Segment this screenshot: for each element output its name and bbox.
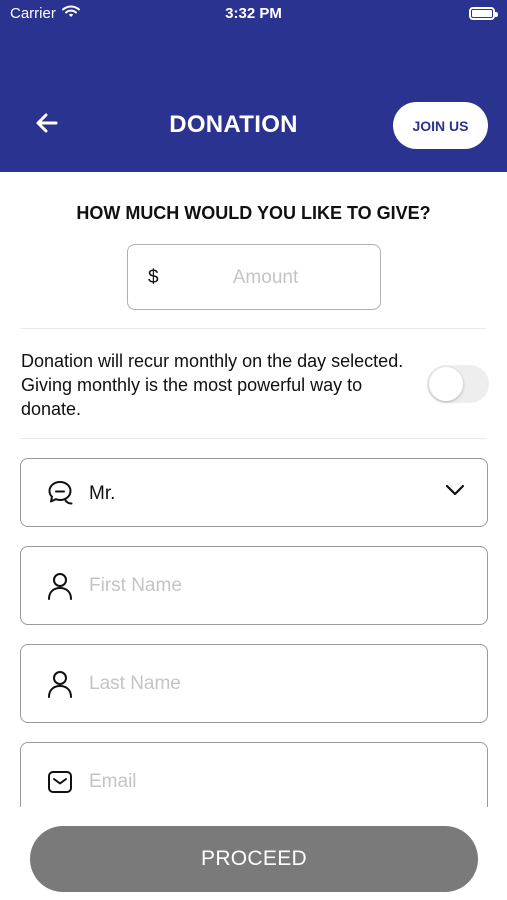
proceed-button[interactable]: PROCEED — [30, 826, 478, 892]
toggle-knob — [429, 367, 463, 401]
person-icon — [45, 669, 75, 699]
last-name-field[interactable] — [20, 644, 488, 723]
title-selected-value: Mr. — [89, 483, 116, 504]
email-input[interactable] — [89, 767, 459, 797]
amount-field[interactable]: $ — [127, 244, 381, 310]
chevron-down-icon — [445, 483, 465, 502]
chat-bubbles-icon — [45, 478, 75, 508]
status-time: 3:32 PM — [225, 5, 282, 22]
divider — [20, 438, 487, 439]
header-bar: Carrier 3:32 PM DONATION JOIN US — [0, 0, 507, 172]
status-bar: Carrier 3:32 PM — [0, 0, 507, 28]
title-select[interactable]: Mr. — [20, 458, 488, 527]
recurring-description: Donation will recur monthly on the day s… — [21, 351, 404, 419]
email-field[interactable] — [20, 742, 488, 807]
last-name-input[interactable] — [89, 669, 459, 699]
first-name-input[interactable] — [89, 571, 459, 601]
scroll-viewport — [0, 730, 507, 807]
person-icon — [45, 571, 75, 601]
battery-icon — [469, 7, 498, 20]
first-name-field[interactable] — [20, 546, 488, 625]
recurring-toggle[interactable] — [427, 365, 489, 403]
currency-symbol: $ — [148, 267, 159, 288]
donation-question: HOW MUCH WOULD YOU LIKE TO GIVE? — [76, 203, 431, 223]
envelope-icon — [45, 767, 75, 797]
amount-input[interactable] — [178, 263, 353, 293]
join-us-button[interactable]: JOIN US — [393, 102, 488, 149]
divider — [20, 328, 487, 329]
